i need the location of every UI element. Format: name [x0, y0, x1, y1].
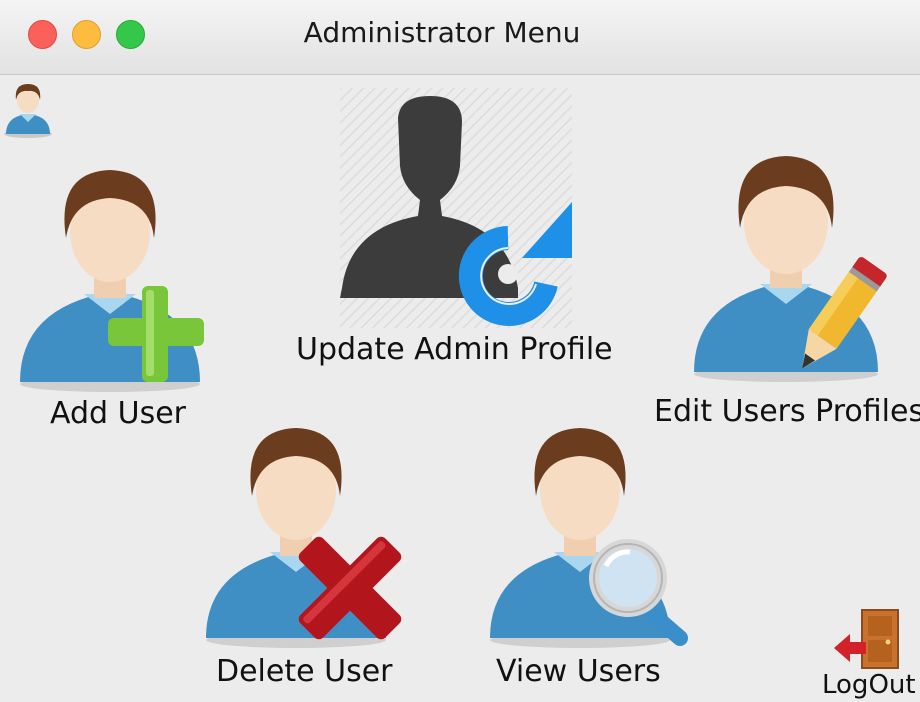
user-delete-icon — [206, 428, 402, 648]
user-add-icon — [20, 170, 204, 392]
add-user-label: Add User — [50, 396, 186, 431]
user-search-icon — [490, 428, 688, 648]
add-user-button[interactable]: Add User — [14, 168, 214, 438]
view-users-label: View Users — [496, 654, 661, 689]
user-avatar-icon — [2, 78, 52, 140]
logout-label: LogOut — [822, 670, 916, 700]
delete-user-button[interactable]: Delete User — [200, 426, 410, 696]
user-edit-icon — [694, 156, 887, 382]
window-title: Administrator Menu — [303, 16, 581, 49]
update-admin-profile-label: Update Admin Profile — [296, 332, 613, 367]
edit-users-profiles-label: Edit Users Profiles — [654, 394, 920, 429]
admin-refresh-icon — [340, 88, 572, 328]
edit-users-profiles-button[interactable]: Edit Users Profiles — [654, 154, 920, 432]
window-titlebar: Administrator Menu — [0, 0, 920, 75]
delete-user-label: Delete User — [216, 654, 393, 689]
update-admin-profile-button[interactable]: Update Admin Profile — [290, 88, 613, 368]
door-exit-icon — [834, 609, 899, 669]
view-users-button[interactable]: View Users — [484, 426, 694, 696]
